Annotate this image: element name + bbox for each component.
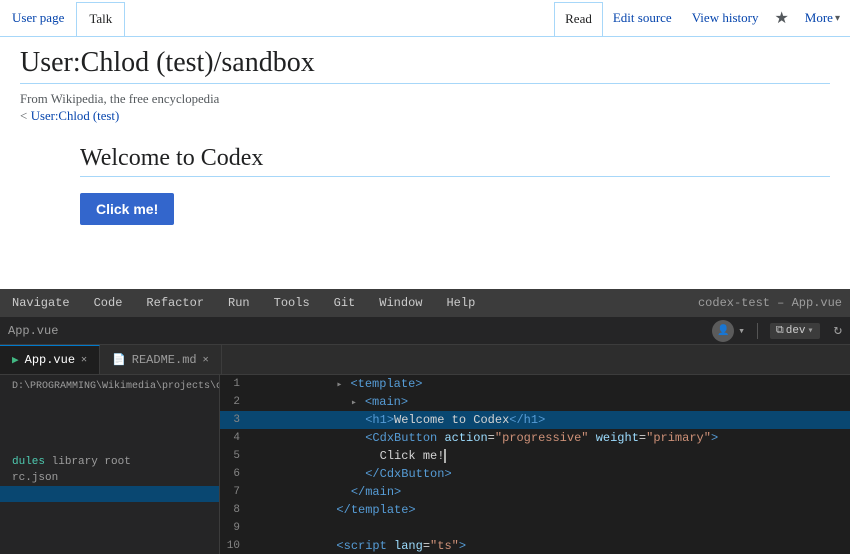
ide-editor[interactable]: 1 ▸ <template> 2 ▸ <main> 3 <h1>Welcome … xyxy=(220,375,850,554)
ide-title: codex-test – App.vue xyxy=(698,296,842,310)
tab-app-vue[interactable]: ▶ App.vue ✕ xyxy=(0,345,100,374)
refresh-icon[interactable]: ↻ xyxy=(834,322,842,339)
ide-branch-selector[interactable]: ⧉ dev ▾ xyxy=(770,323,820,339)
sidebar-rcjson[interactable]: rc.json xyxy=(0,470,219,486)
back-arrow: < xyxy=(20,109,27,123)
menu-refactor[interactable]: Refactor xyxy=(142,294,208,312)
sidebar-path[interactable]: D:\PROGRAMMING\Wikimedia\projects\c xyxy=(0,379,219,394)
ide-body: D:\PROGRAMMING\Wikimedia\projects\c dule… xyxy=(0,375,850,554)
tab-user-page[interactable]: User page xyxy=(0,2,76,34)
ide-titlebar: App.vue 👤 ▾ ⧉ dev ▾ ↻ xyxy=(0,317,850,345)
nav-right-actions: Read Edit source View history ★ More ▾ xyxy=(554,0,850,36)
top-navigation: User page Talk Read Edit source View his… xyxy=(0,0,850,37)
tab-app-vue-label: App.vue xyxy=(25,353,75,367)
user-icon[interactable]: 👤 xyxy=(712,320,734,342)
back-link[interactable]: User:Chlod (test) xyxy=(31,109,120,123)
ide-menubar: Navigate Code Refactor Run Tools Git Win… xyxy=(0,289,850,317)
ide-filename: App.vue xyxy=(8,324,712,338)
star-icon[interactable]: ★ xyxy=(768,0,794,36)
branch-chevron: ▾ xyxy=(808,325,814,337)
menu-window[interactable]: Window xyxy=(375,294,426,312)
menu-navigate[interactable]: Navigate xyxy=(8,294,74,312)
dropdown-arrow[interactable]: ▾ xyxy=(738,324,745,338)
code-lines: 1 ▸ <template> 2 ▸ <main> 3 <h1>Welcome … xyxy=(220,375,850,554)
chevron-down-icon: ▾ xyxy=(835,13,840,24)
page-title: User:Chlod (test)/sandbox xyxy=(20,47,830,84)
sidebar-modules[interactable]: dules library root xyxy=(0,454,219,470)
welcome-section: Welcome to Codex Click me! xyxy=(20,145,830,225)
more-label: More xyxy=(805,10,833,26)
ide-sidebar: D:\PROGRAMMING\Wikimedia\projects\c dule… xyxy=(0,375,220,554)
divider xyxy=(757,323,758,339)
more-button[interactable]: More ▾ xyxy=(795,2,850,34)
action-edit-source[interactable]: Edit source xyxy=(603,2,682,34)
ide-panel: Navigate Code Refactor Run Tools Git Win… xyxy=(0,289,850,554)
page-content: User:Chlod (test)/sandbox From Wikipedia… xyxy=(0,37,850,235)
ide-title-icons: 👤 ▾ ⧉ dev ▾ ↻ xyxy=(712,320,842,342)
menu-tools[interactable]: Tools xyxy=(270,294,314,312)
tab-app-vue-close[interactable]: ✕ xyxy=(81,354,87,366)
nav-left-tabs: User page Talk xyxy=(0,0,554,36)
code-line-8: 8 </template> xyxy=(220,501,850,519)
menu-code[interactable]: Code xyxy=(90,294,127,312)
menu-run[interactable]: Run xyxy=(224,294,254,312)
from-wikipedia: From Wikipedia, the free encyclopedia xyxy=(20,92,830,107)
sidebar-blank[interactable] xyxy=(0,486,219,502)
vue-icon: ▶ xyxy=(12,353,19,367)
readme-icon: 📄 xyxy=(112,353,126,367)
action-view-history[interactable]: View history xyxy=(682,2,769,34)
welcome-heading: Welcome to Codex xyxy=(80,145,830,177)
tab-talk[interactable]: Talk xyxy=(76,2,125,36)
ide-tabs: ▶ App.vue ✕ 📄 README.md ✕ xyxy=(0,345,850,375)
branch-name: dev xyxy=(786,325,806,337)
breadcrumb: < User:Chlod (test) xyxy=(20,109,830,125)
tab-readme[interactable]: 📄 README.md ✕ xyxy=(100,345,222,374)
menu-git[interactable]: Git xyxy=(330,294,360,312)
tab-readme-label: README.md xyxy=(132,353,197,367)
action-read[interactable]: Read xyxy=(554,2,603,36)
tab-readme-close[interactable]: ✕ xyxy=(203,354,209,366)
menu-help[interactable]: Help xyxy=(442,294,479,312)
branch-icon: ⧉ xyxy=(776,325,784,337)
click-me-button[interactable]: Click me! xyxy=(80,193,174,225)
